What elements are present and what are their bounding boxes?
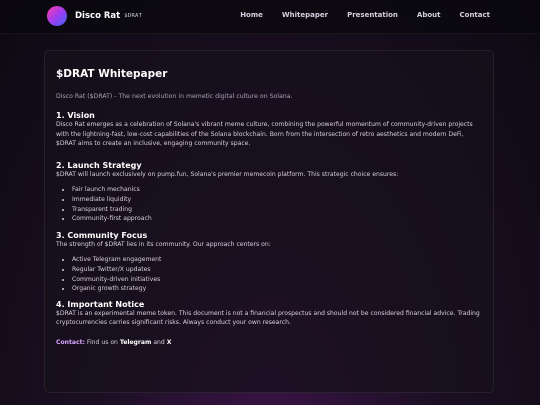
launch-strategy-list: Fair launch mechanics Immediate liquidit… [56, 185, 482, 223]
nav-link-contact[interactable]: Contact [460, 11, 491, 19]
section-body-vision: Disco Rat emerges as a celebration of So… [56, 121, 473, 148]
contact-and: and [153, 338, 165, 346]
list-item: Community-first approach [72, 214, 482, 224]
list-item: Immediate liquidity [72, 195, 482, 205]
section-heading-vision: 1. Vision [56, 111, 95, 120]
list-item: Fair launch mechanics [72, 185, 482, 195]
section-body-community-focus: The strength of $DRAT lies in its commun… [56, 240, 271, 248]
list-item: Transparent trading [72, 205, 482, 215]
community-focus-list: Active Telegram engagement Regular Twitt… [56, 255, 482, 293]
section-body-launch-strategy: $DRAT will launch exclusively on pump.fu… [56, 170, 399, 178]
x-link[interactable]: X [167, 339, 172, 346]
section-heading-important-notice: 4. Important Notice [56, 299, 145, 309]
brand-ticker: $DRAT [124, 13, 143, 19]
disco-ball-logo-icon [47, 6, 67, 26]
contact-line: Contact: Find us on Telegram and X [56, 339, 482, 346]
list-item: Organic growth strategy [72, 284, 482, 294]
tagline: Disco Rat ($DRAT) - The next evolution i… [56, 93, 293, 100]
list-item: Regular Twitter/X updates [72, 265, 482, 275]
nav-link-whitepaper[interactable]: Whitepaper [282, 11, 328, 19]
contact-prefix: Find us on [86, 338, 118, 346]
top-navbar: Disco Rat $DRAT Home Whitepaper Presenta… [0, 0, 540, 34]
brand-name: Disco Rat [75, 11, 121, 21]
list-item: Active Telegram engagement [72, 255, 482, 265]
section-heading-community-focus: 3. Community Focus [56, 230, 148, 240]
section-body-important-notice: $DRAT is an experimental meme token. Thi… [56, 309, 480, 327]
page-title: $DRAT Whitepaper [56, 68, 168, 80]
list-item: Community-driven initiatives [72, 275, 482, 285]
contact-label: Contact: [56, 338, 85, 346]
telegram-link[interactable]: Telegram [120, 339, 152, 346]
section-heading-launch-strategy: 2. Launch Strategy [56, 160, 142, 170]
nav-link-presentation[interactable]: Presentation [347, 11, 398, 19]
whitepaper-card: $DRAT Whitepaper Disco Rat ($DRAT) - The… [44, 50, 494, 393]
nav-links: Home Whitepaper Presentation About Conta… [221, 11, 490, 19]
nav-link-about[interactable]: About [417, 11, 441, 19]
brand[interactable]: Disco Rat $DRAT [47, 6, 142, 26]
nav-link-home[interactable]: Home [240, 11, 263, 19]
